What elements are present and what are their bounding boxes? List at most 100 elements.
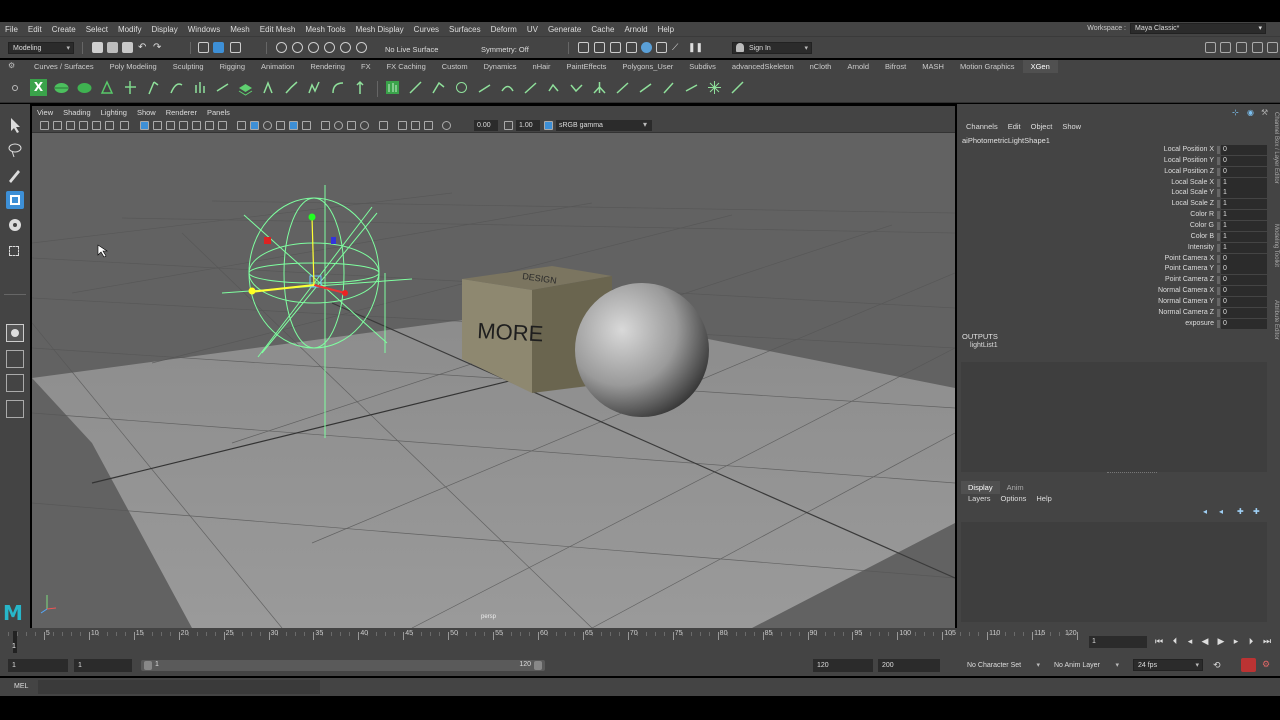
viewport-menu-renderer[interactable]: Renderer bbox=[161, 108, 202, 117]
splitter-handle[interactable] bbox=[1107, 472, 1157, 474]
menu-surfaces[interactable]: Surfaces bbox=[444, 25, 486, 34]
xgen-select-icon[interactable] bbox=[637, 79, 654, 96]
grease-pencil-icon[interactable] bbox=[105, 121, 114, 130]
range-bar[interactable]: 1 120 bbox=[141, 660, 545, 671]
render-view-icon[interactable] bbox=[578, 42, 589, 53]
fps-dropdown[interactable]: 24 fps bbox=[1133, 659, 1203, 671]
image-plane-icon[interactable] bbox=[79, 121, 88, 130]
shelf-tab-dynamics[interactable]: Dynamics bbox=[476, 60, 525, 73]
xgen-twist-icon[interactable] bbox=[499, 79, 516, 96]
animation-end-field[interactable]: 200 bbox=[878, 659, 940, 672]
viewport-menu-show[interactable]: Show bbox=[132, 108, 161, 117]
attribute-label[interactable]: Local Position Y bbox=[1164, 157, 1214, 164]
xgen-attract-icon[interactable] bbox=[545, 79, 562, 96]
xgen-part-icon[interactable] bbox=[591, 79, 608, 96]
channel-menu-channels[interactable]: Channels bbox=[961, 122, 1003, 131]
shelf-tab-curves-surfaces[interactable]: Curves / Surfaces bbox=[26, 60, 102, 73]
wrench-icon[interactable]: ⚒ bbox=[1261, 108, 1268, 117]
shelf-tab-advancedskeleton[interactable]: advancedSkeleton bbox=[724, 60, 802, 73]
select-camera-icon[interactable] bbox=[40, 121, 49, 130]
shelf-options-icon[interactable] bbox=[12, 85, 18, 91]
range-end-handle[interactable] bbox=[534, 661, 542, 670]
xgen-sphere-icon[interactable] bbox=[53, 79, 70, 96]
output-node-item[interactable]: lightList1 bbox=[970, 342, 998, 349]
attribute-label[interactable]: exposure bbox=[1185, 320, 1214, 327]
snap-point-icon[interactable] bbox=[308, 42, 319, 53]
attribute-value-field[interactable]: 0 bbox=[1217, 264, 1267, 275]
attribute-value-field[interactable]: 1 bbox=[1217, 177, 1267, 188]
xgen-place-icon[interactable] bbox=[407, 79, 424, 96]
attribute-value-field[interactable]: 1 bbox=[1217, 199, 1267, 210]
shelf-tab-subdivs[interactable]: Subdivs bbox=[681, 60, 724, 73]
menu-set-dropdown[interactable]: Modeling bbox=[8, 42, 74, 54]
attribute-label[interactable]: Point Camera X bbox=[1165, 255, 1214, 262]
attribute-value-field[interactable]: 0 bbox=[1217, 253, 1267, 264]
snap-vertex-icon[interactable] bbox=[356, 42, 367, 53]
xgen-density-icon[interactable] bbox=[614, 79, 631, 96]
mel-label[interactable]: MEL bbox=[14, 683, 28, 690]
menu-edit-mesh[interactable]: Edit Mesh bbox=[255, 25, 301, 34]
shelf-tab-rendering[interactable]: Rendering bbox=[302, 60, 353, 73]
xgen-clump-icon[interactable] bbox=[453, 79, 470, 96]
menu-arnold[interactable]: Arnold bbox=[619, 25, 652, 34]
manip-red-end-handle[interactable] bbox=[342, 290, 348, 296]
gamma-field[interactable]: 1.00 bbox=[516, 120, 540, 131]
toggle-icon[interactable]: ⟋ bbox=[672, 42, 683, 53]
motion-blur-icon[interactable] bbox=[347, 121, 356, 130]
shelf-tab-fx-caching[interactable]: FX Caching bbox=[379, 60, 434, 73]
loop-icon[interactable]: ⟲ bbox=[1213, 660, 1221, 671]
menu-select[interactable]: Select bbox=[81, 25, 113, 34]
move-z-axis[interactable] bbox=[249, 284, 315, 293]
side-tab-attribute-editor[interactable]: Attribute Editor bbox=[1273, 300, 1279, 340]
go-to-end-icon[interactable]: ⏭ bbox=[1262, 636, 1272, 646]
xgen-groom-icon[interactable] bbox=[99, 79, 116, 96]
menu-generate[interactable]: Generate bbox=[543, 25, 586, 34]
playback-start-field[interactable]: 1 bbox=[74, 659, 132, 672]
chevron-down-icon[interactable]: ▾ bbox=[643, 120, 647, 129]
command-input[interactable] bbox=[38, 680, 320, 694]
camera-attributes-icon[interactable] bbox=[53, 121, 62, 130]
exposure-icon[interactable] bbox=[442, 121, 451, 130]
scene-render[interactable]: MORE DESIGN bbox=[32, 133, 955, 628]
menu-deform[interactable]: Deform bbox=[486, 25, 522, 34]
attribute-value-field[interactable]: 0 bbox=[1217, 307, 1267, 318]
xgen-grow-icon[interactable] bbox=[430, 79, 447, 96]
snap-grid-icon[interactable] bbox=[276, 42, 287, 53]
layer-menu-options[interactable]: Options bbox=[996, 494, 1032, 503]
smooth-shade-icon[interactable] bbox=[250, 121, 259, 130]
menu-modify[interactable]: Modify bbox=[113, 25, 147, 34]
xgen-length-icon[interactable] bbox=[352, 79, 369, 96]
attribute-label[interactable]: Local Position X bbox=[1164, 146, 1214, 153]
xgen-brush-icon[interactable] bbox=[729, 79, 746, 96]
step-back-key-icon[interactable]: ⏴ bbox=[1170, 636, 1180, 646]
attribute-label[interactable]: Normal Camera Y bbox=[1158, 298, 1214, 305]
select-hierarchy-icon[interactable] bbox=[198, 42, 209, 53]
textured-icon[interactable] bbox=[276, 121, 285, 130]
menu-cache[interactable]: Cache bbox=[586, 25, 619, 34]
safe-action-icon[interactable] bbox=[205, 121, 214, 130]
safe-title-icon[interactable] bbox=[218, 121, 227, 130]
move-layer-down-icon[interactable]: ◂ bbox=[1219, 507, 1223, 516]
shelf-tab-fx[interactable]: FX bbox=[353, 60, 379, 73]
tool-settings-icon[interactable] bbox=[1236, 42, 1247, 53]
attribute-value-field[interactable]: 0 bbox=[1217, 318, 1267, 329]
attribute-label[interactable]: Local Position Z bbox=[1164, 168, 1214, 175]
auto-key-icon[interactable] bbox=[1241, 658, 1256, 672]
select-component-icon[interactable] bbox=[230, 42, 241, 53]
shelf-tab-nhair[interactable]: nHair bbox=[525, 60, 559, 73]
range-start-handle[interactable] bbox=[144, 661, 152, 670]
step-forward-key-icon[interactable]: ⏵ bbox=[1246, 636, 1256, 646]
xgen-flow-icon[interactable] bbox=[683, 79, 700, 96]
workspace-selector[interactable]: Workspace : Maya Classic* bbox=[1087, 23, 1266, 34]
menu-edit[interactable]: Edit bbox=[23, 25, 47, 34]
depth-of-field-icon[interactable] bbox=[424, 121, 433, 130]
sphere[interactable] bbox=[575, 283, 709, 417]
shelf-tab-animation[interactable]: Animation bbox=[253, 60, 302, 73]
rotate-tool-icon[interactable] bbox=[6, 216, 24, 234]
snap-surface-icon[interactable] bbox=[340, 42, 351, 53]
hypershade-icon[interactable] bbox=[641, 42, 652, 53]
attribute-label[interactable]: Point Camera Y bbox=[1165, 265, 1214, 272]
scale-tool-icon[interactable] bbox=[6, 241, 24, 259]
color-management-icon[interactable] bbox=[544, 121, 553, 130]
view-transform-dropdown[interactable]: sRGB gamma bbox=[556, 120, 652, 131]
